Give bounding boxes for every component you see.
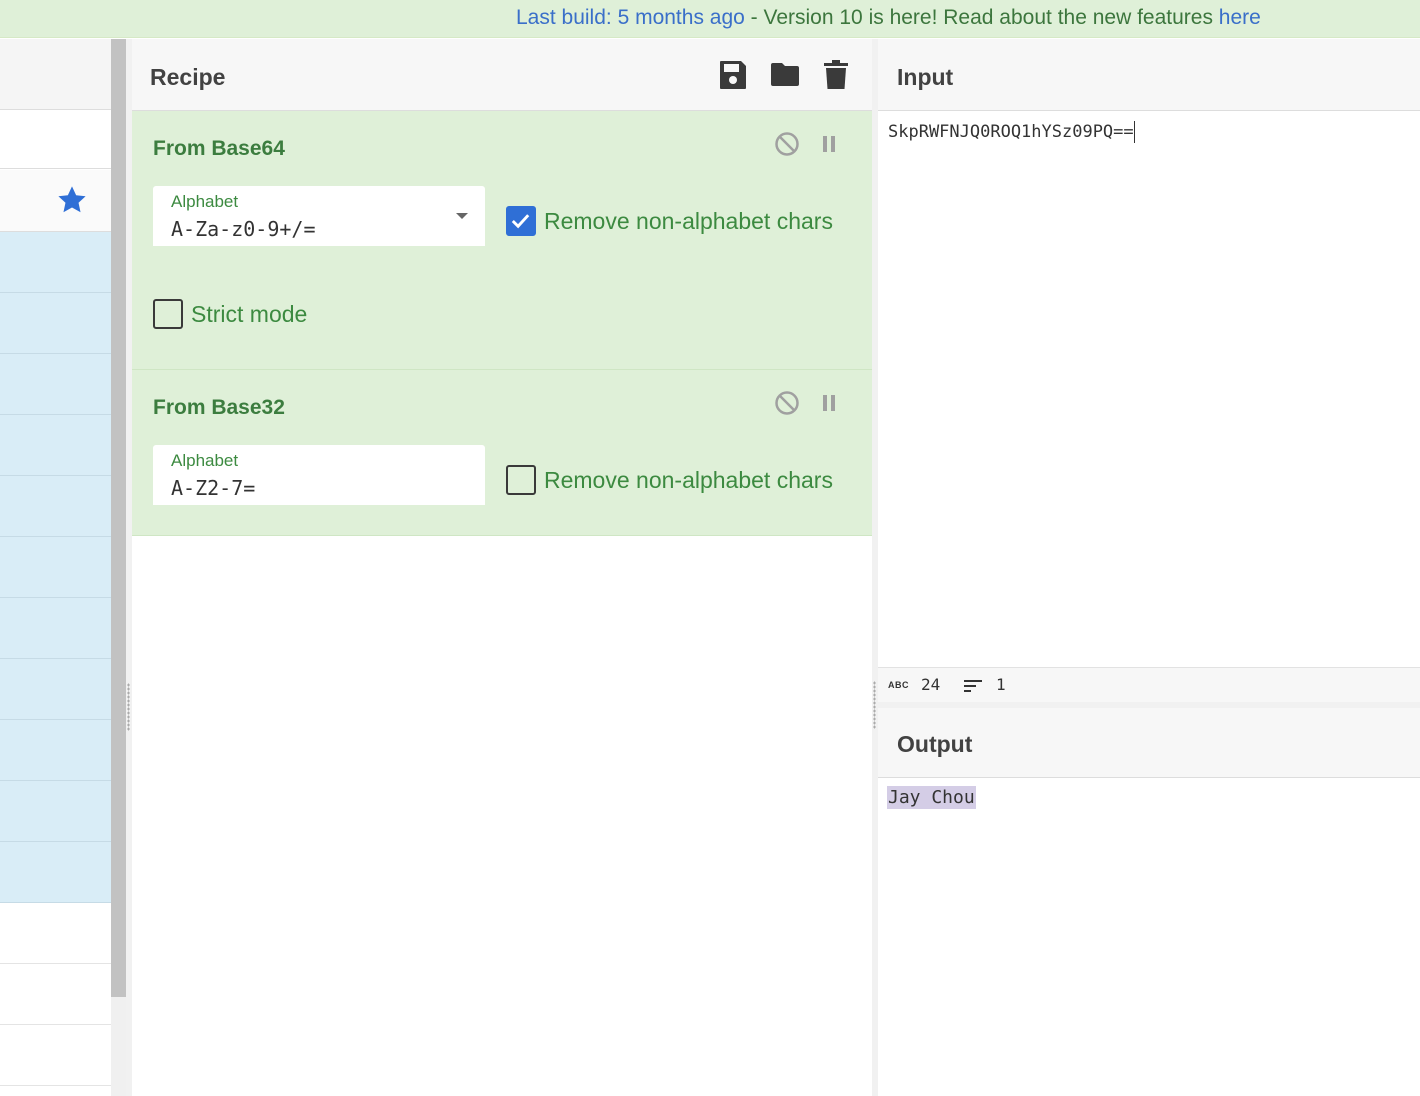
disable-icon[interactable] [774,390,800,416]
operations-search[interactable] [0,111,111,169]
op-title: From Base64 [153,137,285,160]
banner-text: Last build: 5 months ago - Version 10 is… [516,6,1261,30]
input-header: Input [878,39,1420,111]
strict-mode-checkbox[interactable] [153,299,183,329]
recipe-op-from-base32[interactable]: From Base32 Alphabet A-Z2-7= Remove non-… [132,370,872,536]
remove-non-alphabet-checkbox[interactable] [506,206,536,236]
op-title: From Base32 [153,396,285,419]
operation-item[interactable] [0,781,111,842]
recipe-title: Recipe [150,64,226,90]
io-panel: Input SkpRWFNJQ0ROQ1hYSz09PQ== ABC 24 1 … [878,39,1420,1096]
disable-icon[interactable] [774,131,800,157]
alphabet-value: A-Z2-7= [171,476,256,500]
length-icon: ABC [888,680,909,690]
operation-item[interactable] [0,537,111,598]
alphabet-select[interactable]: Alphabet A-Za-z0-9+/= [153,186,485,246]
output-value[interactable]: Jay Chou [887,786,976,809]
remove-non-alphabet-label[interactable]: Remove non-alphabet chars [544,208,833,235]
strict-mode-label[interactable]: Strict mode [191,301,307,328]
input-length: 24 [921,675,941,694]
banner-separator: - [744,6,764,29]
trash-icon[interactable] [823,59,849,91]
alphabet-label: Alphabet [171,192,239,211]
input-title: Input [897,64,954,90]
output-title: Output [897,731,973,757]
release-notes-link[interactable]: here [1219,6,1261,29]
text-cursor [1133,121,1135,143]
chevron-down-icon[interactable] [456,213,468,219]
save-icon[interactable] [718,59,748,91]
operation-item[interactable] [0,598,111,659]
recipe-panel: Recipe From Base64 Alphabet A-Za-z0-9+/= [132,39,872,1096]
category-item[interactable] [0,1025,111,1086]
banner-message: Version 10 is here! Read about the new f… [763,6,1219,29]
alphabet-input[interactable]: Alphabet A-Z2-7= [153,445,485,505]
scrollbar-thumb[interactable] [111,39,126,997]
pause-icon[interactable] [816,390,842,416]
output-header: Output [878,708,1420,778]
operation-item[interactable] [0,476,111,537]
operation-item[interactable] [0,232,111,293]
operation-item[interactable] [0,842,111,903]
pause-icon[interactable] [816,131,842,157]
operations-scrollbar[interactable] [111,39,126,1096]
input-value: SkpRWFNJQ0ROQ1hYSz09PQ== [888,122,1134,142]
operation-item[interactable] [0,293,111,354]
operation-item[interactable] [0,354,111,415]
favourites-category[interactable] [0,170,111,232]
update-banner: Last build: 5 months ago - Version 10 is… [0,0,1420,38]
operation-item[interactable] [0,659,111,720]
alphabet-value: A-Za-z0-9+/= [171,217,316,241]
input-lines: 1 [996,675,1006,694]
operations-list [0,232,111,1086]
resize-grip [127,683,130,731]
last-build-link[interactable]: Last build: 5 months ago [516,6,745,29]
folder-icon[interactable] [769,59,801,89]
input-textarea[interactable]: SkpRWFNJQ0ROQ1hYSz09PQ== [888,121,1135,143]
resize-grip [873,681,876,729]
operation-item[interactable] [0,720,111,781]
category-item[interactable] [0,964,111,1025]
recipe-header: Recipe [132,39,872,111]
operations-header [0,39,111,110]
checkmark-icon [511,214,530,229]
operations-panel [0,39,111,1096]
lines-icon [964,680,982,692]
input-status-bar: ABC 24 1 [878,667,1420,702]
operation-item[interactable] [0,415,111,476]
remove-non-alphabet-label[interactable]: Remove non-alphabet chars [544,467,833,494]
alphabet-label: Alphabet [171,451,239,470]
remove-non-alphabet-checkbox[interactable] [506,465,536,495]
recipe-op-from-base64[interactable]: From Base64 Alphabet A-Za-z0-9+/= Remove… [132,111,872,370]
category-item[interactable] [0,903,111,964]
star-icon[interactable] [56,184,88,216]
